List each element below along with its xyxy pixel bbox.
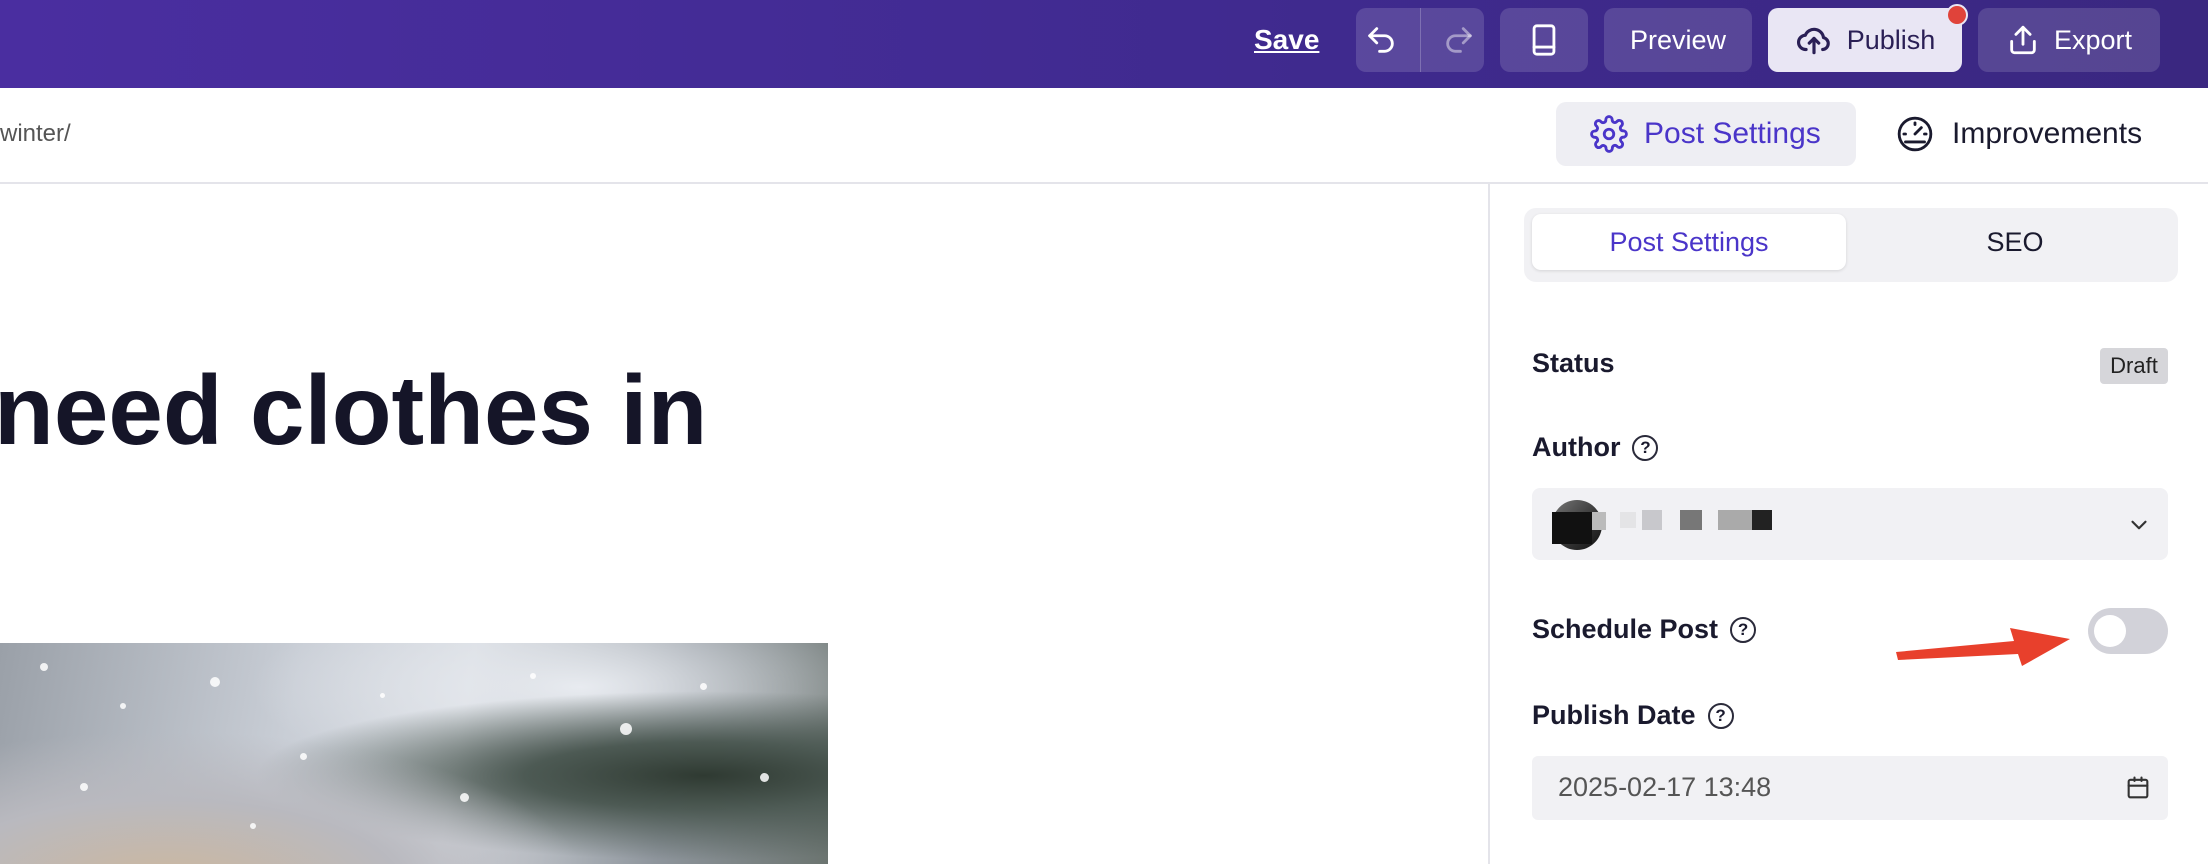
snowflake [700,683,707,690]
publish-date-field[interactable]: 2025-02-17 13:48 [1532,756,2168,820]
redacted-block [1620,512,1636,528]
snowflake [760,773,769,782]
redacted-block [1752,510,1772,530]
snowflake [620,723,632,735]
publish-date-value: 2025-02-17 13:48 [1558,772,1772,802]
undo-icon [1368,27,1394,53]
status-label: Status [1532,348,1615,379]
hero-image[interactable] [0,643,828,864]
snowflake [40,663,48,671]
improvements-label: Improvements [1952,117,2143,150]
settings-tabs: Post Settings SEO [1524,208,2178,282]
gauge-icon [1897,116,1933,152]
export-label: Export [2053,24,2133,55]
improvements-button[interactable]: Improvements [1896,102,2142,166]
author-select[interactable] [1532,488,2168,560]
author-label-text: Author [1532,432,1621,462]
redacted-block [1552,512,1592,544]
snowflake [530,673,536,679]
cloud-upload-icon [1796,27,1830,55]
gear-icon [1590,115,1628,153]
snowflake [210,677,220,687]
publish-date-label: Publish Date ? [1532,700,1734,731]
status-label-text: Status [1532,348,1615,378]
publish-date-label-text: Publish Date [1532,700,1696,730]
redacted-block [1718,510,1752,530]
undo-redo-group [1356,8,1484,72]
snowflake [460,793,469,802]
annotation-arrow-icon [1896,628,2070,666]
author-label: Author ? [1532,432,1659,463]
schedule-post-label: Schedule Post ? [1532,614,1757,645]
preview-label: Preview [1629,24,1727,55]
editor-canvas: need clothes in [0,184,1488,864]
tab-post-settings[interactable]: Post Settings [1532,214,1846,270]
toggle-knob [2094,615,2126,647]
top-toolbar: Save Preview Publish Export [0,0,2208,88]
redo-button[interactable] [1434,8,1484,72]
device-preview-icon [1532,24,1556,56]
sub-header: winter/ Post Settings Improvements [0,88,2208,184]
post-settings-button[interactable]: Post Settings [1556,102,1856,166]
post-slug: winter/ [0,120,71,147]
chevron-down-icon [2131,520,2147,530]
help-icon[interactable]: ? [1730,616,1757,643]
snowflake [300,753,307,760]
publish-label: Publish [1846,24,1936,55]
help-icon[interactable]: ? [1707,702,1734,729]
redacted-block [1592,512,1606,530]
calendar-icon [2127,776,2149,799]
redo-icon [1446,27,1472,53]
post-settings-label: Post Settings [1644,117,1821,150]
notification-dot [1946,4,1968,26]
snowflake [380,693,385,698]
schedule-post-toggle[interactable] [2088,608,2168,654]
settings-panel: Post Settings SEO Status Author ? Schedu… [1488,184,2208,864]
snowflake [80,783,88,791]
help-icon[interactable]: ? [1632,434,1659,461]
snowflake [120,703,126,709]
redacted-block [1680,510,1702,530]
divider [1419,8,1421,72]
tab-seo[interactable]: SEO [1860,214,2170,270]
undo-button[interactable] [1356,8,1406,72]
export-icon [2010,25,2036,55]
preview-button[interactable]: Preview [1604,8,1752,72]
device-preview-button[interactable] [1500,8,1588,72]
publish-button[interactable]: Publish [1768,4,1968,72]
snowflake [250,823,256,829]
save-button[interactable]: Save [1254,20,1319,60]
export-button[interactable]: Export [1978,8,2160,72]
redacted-block [1642,510,1662,530]
schedule-post-label-text: Schedule Post [1532,614,1719,644]
post-title[interactable]: need clothes in [0,354,707,467]
status-badge: Draft [2100,348,2168,384]
